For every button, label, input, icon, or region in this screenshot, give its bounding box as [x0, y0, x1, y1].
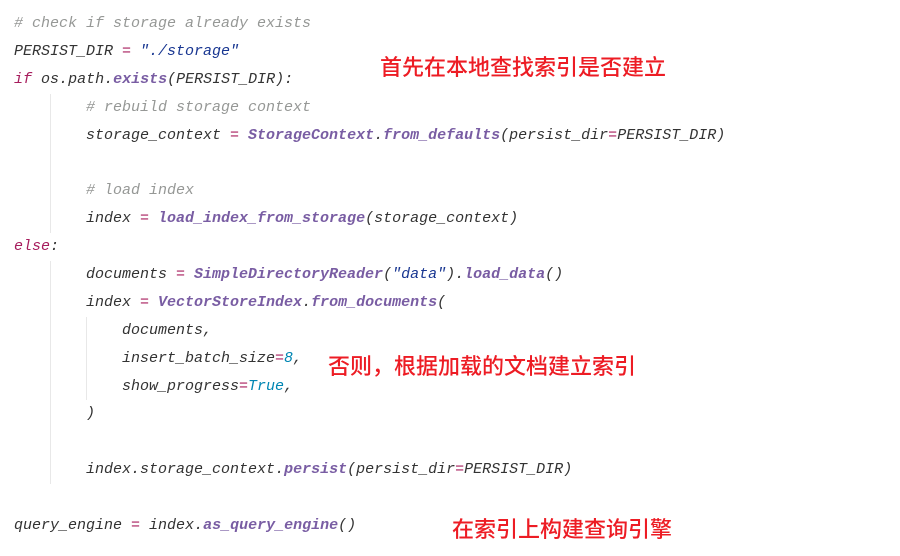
code-line: index = load_index_from_storage(storage_…: [14, 205, 886, 233]
operator: =: [122, 517, 149, 534]
function-call: load_data: [464, 266, 545, 283]
code-line: documents,: [14, 317, 886, 345]
function-call: exists: [113, 71, 167, 88]
keyword: else: [14, 238, 50, 255]
comment: # check if storage already exists: [14, 15, 311, 32]
comment: # rebuild storage context: [86, 99, 311, 116]
code-line: # check if storage already exists: [14, 10, 886, 38]
punct: .: [104, 71, 113, 88]
code-line: [14, 428, 886, 456]
identifier: query_engine: [14, 517, 122, 534]
punct: .: [275, 461, 284, 478]
punct: (: [167, 71, 176, 88]
keyword-arg: show_progress: [122, 378, 239, 395]
class-name: VectorStoreIndex: [158, 294, 302, 311]
comment: # load index: [86, 182, 194, 199]
punct: ,: [284, 378, 293, 395]
attribute: storage_context: [140, 461, 275, 478]
annotation-build-index: 否则，根据加载的文档建立索引: [328, 345, 636, 386]
identifier: documents: [122, 322, 203, 339]
identifier: storage_context: [86, 127, 221, 144]
annotation-check-local: 首先在本地查找索引是否建立: [380, 46, 666, 87]
identifier: documents: [86, 266, 167, 283]
operator: =: [275, 350, 284, 367]
identifier: index: [86, 294, 131, 311]
code-line: index.storage_context.persist(persist_di…: [14, 456, 886, 484]
operator: =: [113, 43, 140, 60]
function-call: from_documents: [311, 294, 437, 311]
function-call: as_query_engine: [203, 517, 338, 534]
identifier: PERSIST_DIR: [14, 43, 113, 60]
punct: ): [86, 405, 95, 422]
keyword-arg: insert_batch_size: [122, 350, 275, 367]
keyword-arg: persist_dir: [509, 127, 608, 144]
function-call: persist: [284, 461, 347, 478]
code-block: # check if storage already exists PERSIS…: [14, 10, 886, 540]
punct: (: [437, 294, 446, 311]
identifier: PERSIST_DIR: [464, 461, 563, 478]
punct: ): [563, 461, 572, 478]
class-name: StorageContext: [248, 127, 374, 144]
code-line: ): [14, 400, 886, 428]
identifier: index: [86, 461, 131, 478]
operator: =: [131, 210, 158, 227]
identifier: PERSIST_DIR: [176, 71, 275, 88]
punct: .: [194, 517, 203, 534]
identifier: storage_context: [374, 210, 509, 227]
punct: ,: [203, 322, 212, 339]
function-call: from_defaults: [383, 127, 500, 144]
code-line: index = VectorStoreIndex.from_documents(: [14, 289, 886, 317]
identifier: PERSIST_DIR: [617, 127, 716, 144]
identifier: index: [149, 517, 194, 534]
keyword-arg: persist_dir: [356, 461, 455, 478]
operator: =: [221, 127, 248, 144]
punct: (): [338, 517, 356, 534]
code-line: # rebuild storage context: [14, 94, 886, 122]
identifier: os: [41, 71, 59, 88]
punct: .: [302, 294, 311, 311]
code-line: documents = SimpleDirectoryReader("data"…: [14, 261, 886, 289]
keyword: if: [14, 71, 32, 88]
punct: (): [545, 266, 563, 283]
code-line: else:: [14, 233, 886, 261]
punct: .: [374, 127, 383, 144]
number: 8: [284, 350, 293, 367]
punct: ):: [275, 71, 293, 88]
string: "data": [392, 266, 446, 283]
punct: .: [131, 461, 140, 478]
punct: ): [716, 127, 725, 144]
constant: True: [248, 378, 284, 395]
identifier: path: [68, 71, 104, 88]
annotation-query-engine: 在索引上构建查询引擎: [452, 508, 672, 549]
identifier: index: [86, 210, 131, 227]
punct: (: [365, 210, 374, 227]
code-line: [14, 149, 886, 177]
punct: ): [509, 210, 518, 227]
punct: (: [383, 266, 392, 283]
code-line: # load index: [14, 177, 886, 205]
code-line: [14, 484, 886, 512]
class-name: SimpleDirectoryReader: [194, 266, 383, 283]
punct: ,: [293, 350, 302, 367]
operator: =: [239, 378, 248, 395]
punct: .: [59, 71, 68, 88]
punct: (: [500, 127, 509, 144]
operator: =: [131, 294, 158, 311]
operator: =: [167, 266, 194, 283]
code-line: storage_context = StorageContext.from_de…: [14, 122, 886, 150]
string: "./storage": [140, 43, 239, 60]
punct: (: [347, 461, 356, 478]
punct: :: [50, 238, 59, 255]
punct: ).: [446, 266, 464, 283]
operator: =: [455, 461, 464, 478]
function-call: load_index_from_storage: [158, 210, 365, 227]
code-line: query_engine = index.as_query_engine(): [14, 512, 886, 540]
operator: =: [608, 127, 617, 144]
